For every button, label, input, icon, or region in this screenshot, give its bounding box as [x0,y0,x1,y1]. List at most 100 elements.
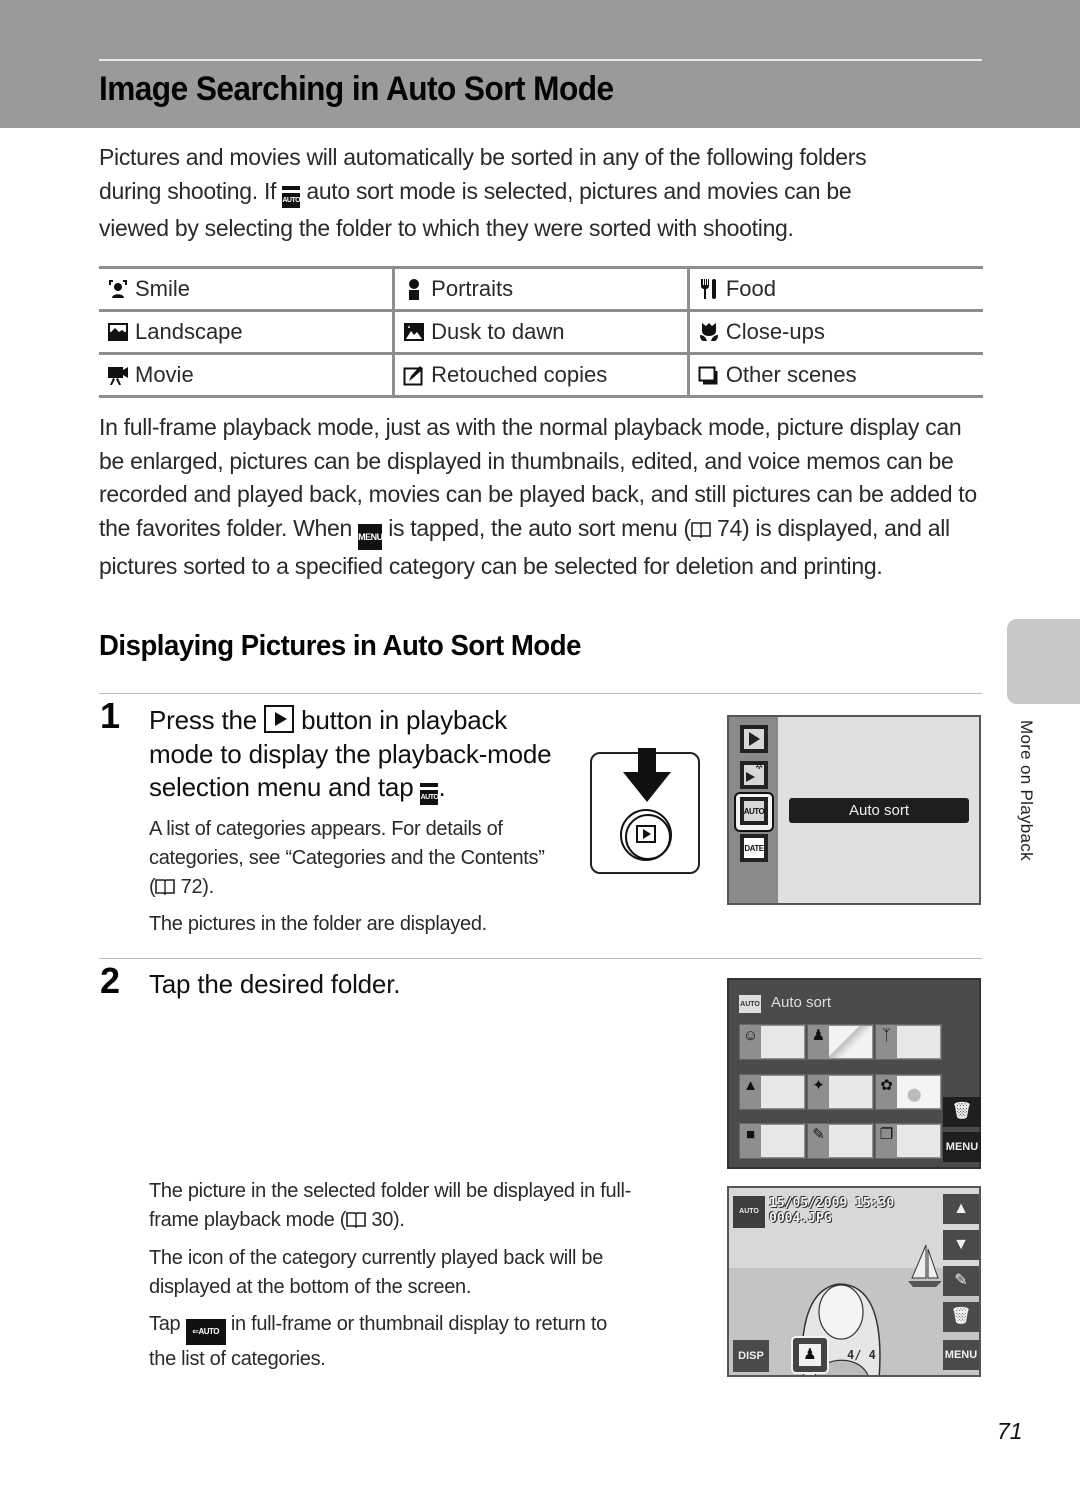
folder-landscape[interactable]: ▲ [739,1074,806,1110]
page-title: Image Searching in Auto Sort Mode [99,70,614,108]
folder-thumbnail [761,1125,804,1157]
category-label: Other scenes [725,362,857,387]
date-text: DATE [744,844,764,853]
list-by-date-icon[interactable]: DATE [740,834,768,862]
return-to-categories-icon: ⇐AUTO [185,1319,226,1345]
folder-food[interactable]: ᛉ [875,1024,942,1060]
page-reference[interactable]: 30 [371,1209,393,1231]
favorites-icon[interactable]: ✲ [740,761,768,789]
scroll-up-button[interactable]: ▲ [943,1194,979,1224]
folder-thumbnail [761,1076,804,1108]
disp-button[interactable]: DISP [733,1340,769,1372]
folder-thumbnail [897,1026,940,1058]
folder-retouched-copies[interactable]: ✎ [807,1123,874,1159]
intro-line-2a: during shooting. If [99,177,283,204]
folder-dusk-to-dawn[interactable]: ✦ [807,1074,874,1110]
step-text: mode to display the playback-mode [149,738,552,769]
step-1-result: The pictures in the folder are displayed… [149,913,487,935]
dusk-to-dawn-icon [404,323,425,341]
menu-button[interactable]: MENU [943,1340,979,1370]
auto-sort-icon: AUTO [420,783,439,805]
playback-mode-menu-screen: ✲ AUTO DATE Auto sort [727,715,981,905]
step-2-note-1: The picture in the selected folder will … [149,1177,631,1235]
note-text: ). [393,1209,405,1231]
categories-table: Smile Portraits Food Landscape Dusk to d… [99,266,983,398]
table-row: Smile Portraits Food [99,266,983,312]
category-cell: Close-ups [686,309,983,355]
other-scenes-icon: ❐ [879,1126,894,1143]
step-text: button in playback [294,705,508,735]
category-cell: Dusk to dawn [392,309,689,355]
category-label: Food [725,276,776,301]
header-rule [99,59,982,61]
folder-smile[interactable]: ☺ [739,1024,806,1060]
auto-sort-icon: AUTO [739,995,761,1013]
movie-icon [108,367,128,385]
section-divider [99,693,982,694]
note-text: The picture in the selected folder will … [149,1180,631,1202]
retouch-button[interactable]: ✎ [943,1266,979,1296]
step-number: 1 [100,695,121,736]
scroll-down-button[interactable]: ▼ [943,1230,979,1260]
press-arrow-head [623,772,671,802]
category-label: Smile [135,276,191,301]
playback-icon[interactable] [740,725,768,753]
auto-sort-screen: AUTO Auto sort ☺ ♟ ᛉ ▲ ✦ ✿ ■ ✎ ❐ 🗑 MENU [727,978,981,1169]
folder-other-scenes[interactable]: ❐ [875,1123,942,1159]
table-row: Movie Retouched copies Other scenes [99,352,983,398]
intro-paragraph: Pictures and movies will automatically b… [99,141,979,246]
filename-text: 0004.JPG [769,1211,832,1226]
delete-button[interactable]: 🗑 [943,1097,981,1127]
playback-button [620,809,672,861]
smile-icon: ☺ [742,1027,759,1044]
press-arrow-icon [638,748,656,774]
book-reference-icon [691,521,711,538]
dusk-to-dawn-icon: ✦ [812,1077,825,1094]
step-number: 2 [100,960,121,1001]
playback-button-icon [264,705,295,733]
chapter-label: More on Playback [1017,720,1036,861]
category-label: Movie [135,362,194,387]
section-title: Displaying Pictures in Auto Sort Mode [99,630,581,662]
landscape-icon: ▲ [743,1077,758,1094]
retouched-copies-icon [403,366,424,386]
folder-close-ups[interactable]: ✿ [875,1074,942,1110]
folder-portraits[interactable]: ♟ [807,1024,874,1060]
page-reference[interactable]: 72 [181,876,203,898]
sailboat-photo [908,1244,942,1287]
menu-icon: MENU [358,523,383,550]
delete-button[interactable]: 🗑 [943,1302,979,1332]
note-text: categories, see “Categories and the Cont… [149,847,545,869]
category-cell: Other scenes [686,352,983,398]
category-label: Close-ups [725,319,825,344]
note-text: in full-frame or thumbnail display to re… [225,1313,607,1335]
intro-line-2b: auto sort mode is selected, pictures and… [300,177,852,204]
portraits-icon: ♟ [811,1027,826,1044]
step-2-note-3: Tap ⇐AUTO in full-frame or thumbnail dis… [149,1310,607,1374]
auto-sort-icon: AUTO [282,185,301,208]
category-label: Retouched copies [431,362,608,387]
step-2-heading: Tap the desired folder. [149,969,401,999]
menu-button[interactable]: MENU [943,1132,981,1162]
intro-line-3: viewed by selecting the folder to which … [99,215,794,241]
category-label: Portraits [431,276,514,301]
auto-sort-mode-icon[interactable]: AUTO [740,797,768,825]
folder-thumbnail [897,1125,940,1157]
note-text: the list of categories. [149,1348,326,1370]
note-text: Tap [149,1313,186,1335]
datetime-text: 15/05/2009 15:30 [769,1196,895,1211]
portraits-icon: ♟ [799,1344,821,1366]
book-reference-icon [155,879,176,895]
note-text: displayed at the bottom of the screen. [149,1276,472,1298]
back-to-categories-button[interactable]: AUTO [733,1196,765,1228]
book-reference-icon [346,1212,366,1228]
folder-movie[interactable]: ■ [739,1123,806,1159]
note-text: frame playback mode ( [149,1209,347,1231]
category-cell: Portraits [392,266,689,312]
folder-thumbnail [761,1026,804,1058]
category-cell: Retouched copies [392,352,689,398]
category-cell: Food [686,266,983,312]
folder-thumbnail [829,1076,872,1108]
page-reference[interactable]: 74 [717,515,742,541]
food-icon: ᛉ [881,1027,891,1044]
